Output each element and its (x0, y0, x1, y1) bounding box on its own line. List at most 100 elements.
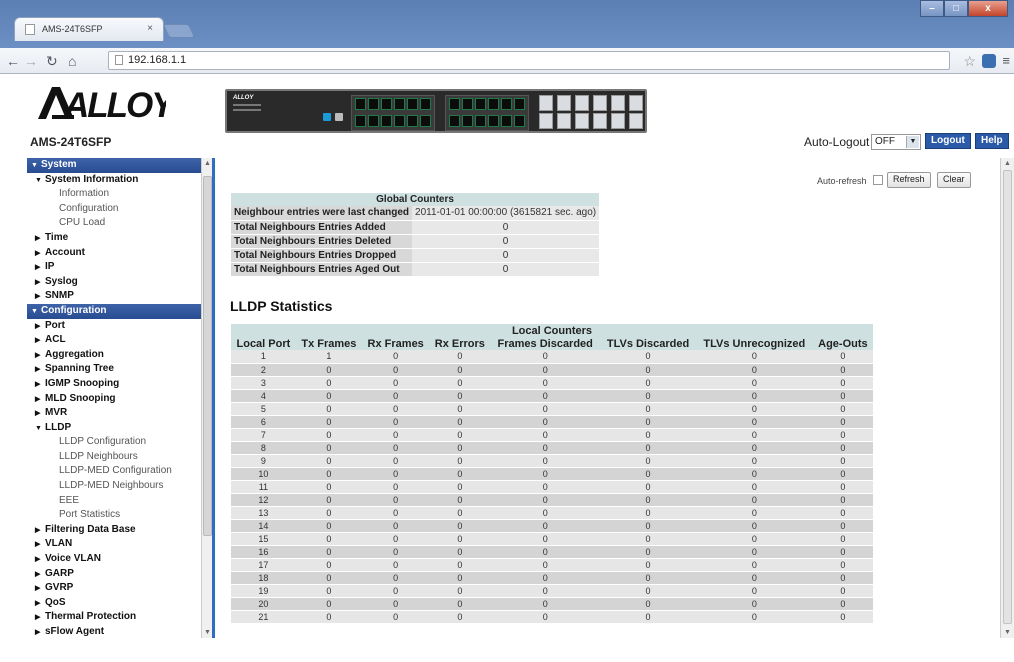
menu-item-configuration[interactable]: Configuration (27, 202, 212, 217)
home-icon[interactable]: ⌂ (68, 52, 76, 70)
table-cell: 0 (695, 363, 813, 377)
menu-item-eee[interactable]: EEE (27, 494, 212, 509)
table-cell: 0 (429, 610, 491, 624)
menu-item-gvrp[interactable]: ▶ GVRP (27, 581, 212, 596)
scrollbar-thumb[interactable] (203, 176, 212, 536)
auto-logout-select[interactable]: OFF ▼ (871, 134, 921, 150)
refresh-button[interactable]: Refresh (887, 172, 931, 188)
menu-item-mvr[interactable]: ▶ MVR (27, 406, 212, 421)
menu-item-acl[interactable]: ▶ ACL (27, 333, 212, 348)
menu-item-qos[interactable]: ▶ QoS (27, 596, 212, 611)
table-cell: 0 (812, 441, 873, 455)
browser-title-bar: AMS-24T6SFP × – □ x (0, 0, 1014, 48)
scroll-up-arrow-icon[interactable]: ▲ (1004, 160, 1011, 167)
logout-button[interactable]: Logout (925, 133, 971, 149)
browser-tab[interactable]: AMS-24T6SFP × (14, 17, 164, 41)
triangle-right-icon: ▶ (35, 599, 41, 607)
minimize-button[interactable]: – (920, 0, 944, 17)
bookmark-star-icon[interactable]: ☆ (963, 53, 976, 70)
table-cell: 0 (695, 545, 813, 559)
close-window-button[interactable]: x (968, 0, 1008, 17)
menu-item-ip[interactable]: ▶ IP (27, 260, 212, 275)
table-cell: 0 (490, 519, 601, 533)
menu-item-port[interactable]: ▶ Port (27, 319, 212, 334)
menu-item-lldp-med-neighbours[interactable]: LLDP-MED Neighbours (27, 479, 212, 494)
menu-item-igmp-snooping[interactable]: ▶ IGMP Snooping (27, 377, 212, 392)
menu-item-account[interactable]: ▶ Account (27, 246, 212, 261)
table-cell: 0 (295, 415, 362, 429)
menu-item-cpu-load[interactable]: CPU Load (27, 216, 212, 231)
browser-toolbar: ← → ↻ ⌂ 192.168.1.1 ☆ ≡ (0, 48, 1014, 74)
table-cell: 0 (600, 480, 696, 494)
counter-label: Total Neighbours Entries Deleted (231, 234, 413, 249)
menu-item-lldp-configuration[interactable]: LLDP Configuration (27, 435, 212, 450)
maximize-button[interactable]: □ (944, 0, 968, 17)
menu-item-garp[interactable]: ▶ GARP (27, 567, 212, 582)
menu-item-label: Spanning Tree (45, 363, 114, 375)
menu-item-lldp-med-configuration[interactable]: LLDP-MED Configuration (27, 464, 212, 479)
column-header: Frames Discarded (490, 337, 601, 350)
menu-item-aggregation[interactable]: ▶ Aggregation (27, 348, 212, 363)
page-icon (115, 55, 123, 66)
chevron-down-icon[interactable]: ▼ (906, 136, 919, 148)
menu-item-lldp-neighbours[interactable]: LLDP Neighbours (27, 450, 212, 465)
menu-item-snmp[interactable]: ▶ SNMP (27, 289, 212, 304)
menu-item-spanning-tree[interactable]: ▶ Spanning Tree (27, 362, 212, 377)
counter-label: Total Neighbours Entries Aged Out (231, 262, 413, 277)
menu-item-system-information[interactable]: ▼ System Information (27, 173, 212, 188)
triangle-right-icon: ▶ (35, 337, 41, 345)
table-cell: 0 (295, 571, 362, 585)
reload-icon[interactable]: ↻ (46, 52, 58, 70)
table-cell: 0 (812, 363, 873, 377)
table-cell: 0 (812, 402, 873, 416)
triangle-down-icon: ▼ (35, 176, 42, 184)
help-button[interactable]: Help (975, 133, 1009, 149)
scrollbar-thumb[interactable] (1003, 170, 1012, 624)
scroll-down-arrow-icon[interactable]: ▼ (1004, 629, 1011, 636)
auto-refresh-checkbox[interactable] (873, 175, 883, 185)
table-cell: 0 (295, 454, 362, 468)
table-cell: 0 (490, 389, 601, 403)
table-cell: 0 (600, 493, 696, 507)
menu-item-information[interactable]: Information (27, 187, 212, 202)
table-cell: 0 (812, 376, 873, 390)
tab-close-icon[interactable]: × (147, 23, 153, 34)
menu-item-system[interactable]: ▼ System (27, 158, 212, 173)
table-row: 30000000 (231, 376, 873, 390)
new-tab-button[interactable] (162, 24, 196, 38)
table-row: 20 0 0 0 0 0 0 0 (231, 597, 873, 611)
back-arrow-icon[interactable]: ← (6, 52, 20, 70)
table-cell: 0 (429, 493, 491, 507)
menu-item-syslog[interactable]: ▶ Syslog (27, 275, 212, 290)
menu-item-label: LLDP Neighbours (59, 450, 138, 462)
clear-button[interactable]: Clear (937, 172, 971, 188)
forward-arrow-icon[interactable]: → (24, 52, 38, 70)
content-scrollbar[interactable]: ▲ ▼ (1000, 158, 1014, 638)
table-cell: 0 (812, 519, 873, 533)
menu-item-label: EEE (59, 494, 80, 506)
menu-item-lldp[interactable]: ▼ LLDP (27, 421, 212, 436)
menu-item-thermal-protection[interactable]: ▶ Thermal Protection (27, 610, 212, 625)
table-cell: 0 (812, 480, 873, 494)
menu-item-filtering-data-base[interactable]: ▶ Filtering Data Base (27, 523, 212, 538)
menu-item-time[interactable]: ▶ Time (27, 231, 212, 246)
scroll-up-arrow-icon[interactable]: ▲ (204, 160, 211, 167)
menu-item-mld-snooping[interactable]: ▶ MLD Snooping (27, 392, 212, 407)
table-cell: 0 (600, 467, 696, 481)
sfp-ports (539, 95, 649, 131)
menu-item-configuration[interactable]: ▼ Configuration (27, 303, 212, 319)
menu-item-sflow-agent[interactable]: ▶ sFlow Agent (27, 625, 212, 638)
menu-item-vlan[interactable]: ▶ VLAN (27, 537, 212, 552)
menu-item-label: Configuration (41, 304, 107, 316)
menu-item-port-statistics[interactable]: Port Statistics (27, 508, 212, 523)
table-cell: 0 (695, 519, 813, 533)
table-row: 19 0 0 0 0 0 0 0 (231, 584, 873, 598)
table-cell: 0 (812, 584, 873, 598)
address-bar[interactable]: 192.168.1.1 (108, 51, 950, 70)
scroll-down-arrow-icon[interactable]: ▼ (204, 629, 211, 636)
table-cell: 0 (490, 597, 601, 611)
menu-item-voice-vlan[interactable]: ▶ Voice VLAN (27, 552, 212, 567)
extension-icon[interactable] (982, 54, 996, 68)
menu-icon[interactable]: ≡ (1002, 53, 1010, 68)
table-row: 16 0 0 0 0 0 0 0 (231, 545, 873, 559)
